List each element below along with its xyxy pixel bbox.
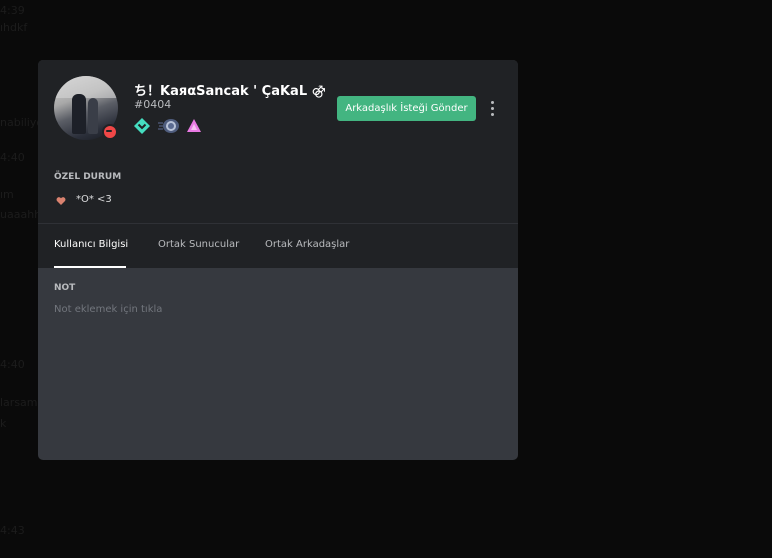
- background-timestamp: 4:39: [0, 4, 25, 17]
- tab-mutual-servers[interactable]: Ortak Sunucular: [158, 239, 239, 250]
- nitro-boost-icon[interactable]: [158, 118, 180, 134]
- discriminator: #0404: [134, 98, 172, 111]
- tab-user-info[interactable]: Kullanıcı Bilgisi: [54, 239, 128, 250]
- send-friend-request-button[interactable]: Arkadaşlık İsteği Gönder: [337, 96, 476, 121]
- profile-tabs: Kullanıcı Bilgisi Ortak Sunucular Ortak …: [38, 223, 518, 269]
- vertical-dots-icon[interactable]: [486, 98, 498, 118]
- custom-status-title: ÖZEL DURUM: [54, 172, 122, 182]
- note-title: NOT: [54, 283, 76, 293]
- background-timestamp: 4:43: [0, 524, 25, 537]
- background-message-text: nabiliyo: [0, 116, 44, 129]
- background-message-text: k: [0, 417, 7, 430]
- tab-mutual-friends[interactable]: Ortak Arkadaşlar: [265, 239, 349, 250]
- background-message-text: larsam: [0, 396, 38, 409]
- background-message-text: uaaahh: [0, 208, 42, 221]
- hypesquad-balance-icon[interactable]: [134, 118, 150, 134]
- custom-status-text: *O* <3: [76, 194, 112, 205]
- background-message-text: ım: [0, 188, 14, 201]
- username: ち！KaяαSancak ' ÇaKaL ⚣: [134, 84, 326, 99]
- profile-header: ち！KaяαSancak ' ÇaKaL ⚣ #0404 Arkadaşlık …: [38, 60, 518, 268]
- do-not-disturb-status-icon: [102, 124, 118, 140]
- active-tab-indicator: [54, 266, 126, 268]
- user-profile-modal: ち！KaяαSancak ' ÇaKaL ⚣ #0404 Arkadaşlık …: [38, 60, 518, 460]
- heart-icon: [56, 197, 66, 205]
- background-timestamp: 4:40: [0, 358, 25, 371]
- early-supporter-icon[interactable]: [186, 118, 202, 134]
- background-message-text: ıhdkf: [0, 21, 28, 34]
- background-timestamp: 4:40: [0, 151, 25, 164]
- note-input[interactable]: [54, 301, 494, 317]
